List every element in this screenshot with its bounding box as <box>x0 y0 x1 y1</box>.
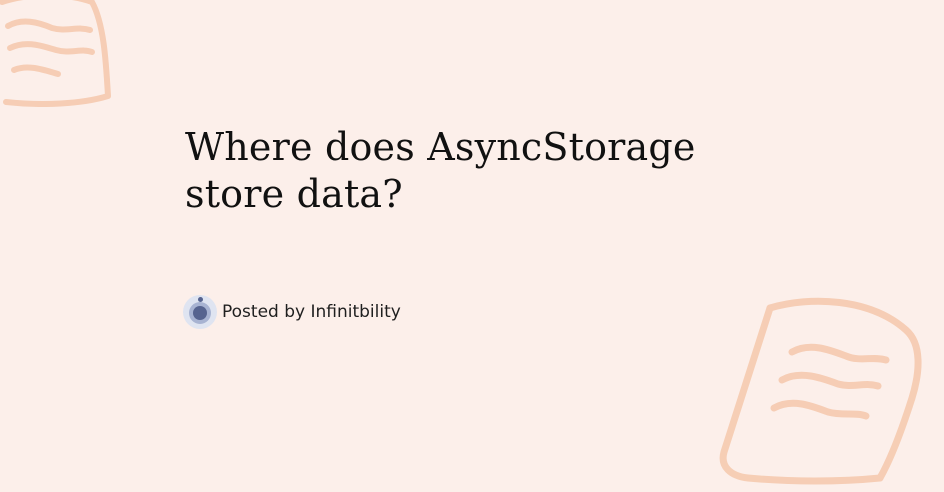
decorative-note-doodle-top-left <box>0 0 111 107</box>
author-byline: Posted by Infinitbility <box>183 294 401 330</box>
author-avatar-icon <box>183 295 217 329</box>
decorative-note-doodle-bottom-right <box>719 297 922 485</box>
avatar-core <box>193 306 207 320</box>
avatar-dot <box>197 297 203 302</box>
author-text: Posted by Infinitbility <box>222 302 401 322</box>
post-title: Where does AsyncStorage store data? <box>185 125 696 216</box>
